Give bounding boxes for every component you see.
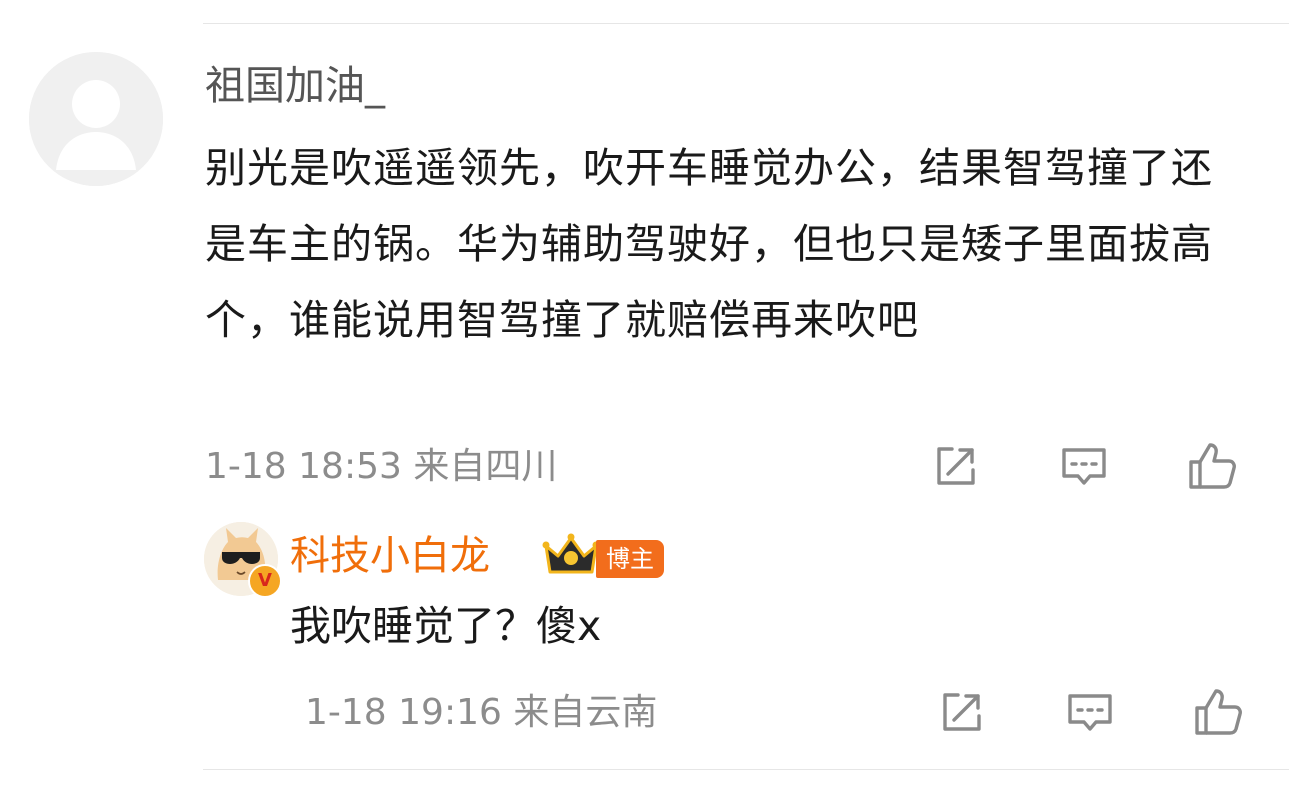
default-avatar-icon <box>29 52 163 186</box>
thumbs-up-icon <box>1189 443 1236 489</box>
reply-like-button[interactable] <box>1190 684 1246 740</box>
share-button[interactable] <box>928 438 984 494</box>
share-icon <box>937 447 975 485</box>
avatar[interactable] <box>29 52 163 186</box>
reply-share-button[interactable] <box>934 684 990 740</box>
blogger-badge: 博主 <box>596 540 664 578</box>
comment-icon <box>1062 448 1106 485</box>
reply-location: 来自云南 <box>513 692 658 733</box>
reply-meta: 1-18 19:16 来自云南 <box>305 688 657 738</box>
share-icon <box>943 693 981 731</box>
reply-actions <box>934 684 1246 740</box>
comment-button[interactable] <box>1056 438 1112 494</box>
comment-icon <box>1068 694 1112 731</box>
like-button[interactable] <box>1184 438 1240 494</box>
comment-location: 来自四川 <box>413 446 558 487</box>
reply-username[interactable]: 科技小白龙 <box>290 530 490 582</box>
verified-badge: V <box>248 564 282 598</box>
reply-comment-button[interactable] <box>1062 684 1118 740</box>
thumbs-up-icon <box>1195 689 1242 735</box>
reply-avatar[interactable]: V <box>204 522 282 598</box>
top-divider <box>203 23 1289 24</box>
crown-icon <box>542 533 600 574</box>
comment-actions <box>928 438 1240 494</box>
comment-time: 1-18 18:53 <box>205 446 402 487</box>
comment-text: 别光是吹遥遥领先，吹开车睡觉办公，结果智驾撞了还是车主的锅。华为辅助驾驶好，但也… <box>205 144 1213 344</box>
comment-meta: 1-18 18:53 来自四川 <box>205 442 557 492</box>
reply-time: 1-18 19:16 <box>305 692 502 733</box>
comment-username[interactable]: 祖国加油_ <box>205 60 385 112</box>
reply-text: 我吹睡觉了？傻x <box>290 602 602 650</box>
bottom-divider <box>203 769 1289 770</box>
